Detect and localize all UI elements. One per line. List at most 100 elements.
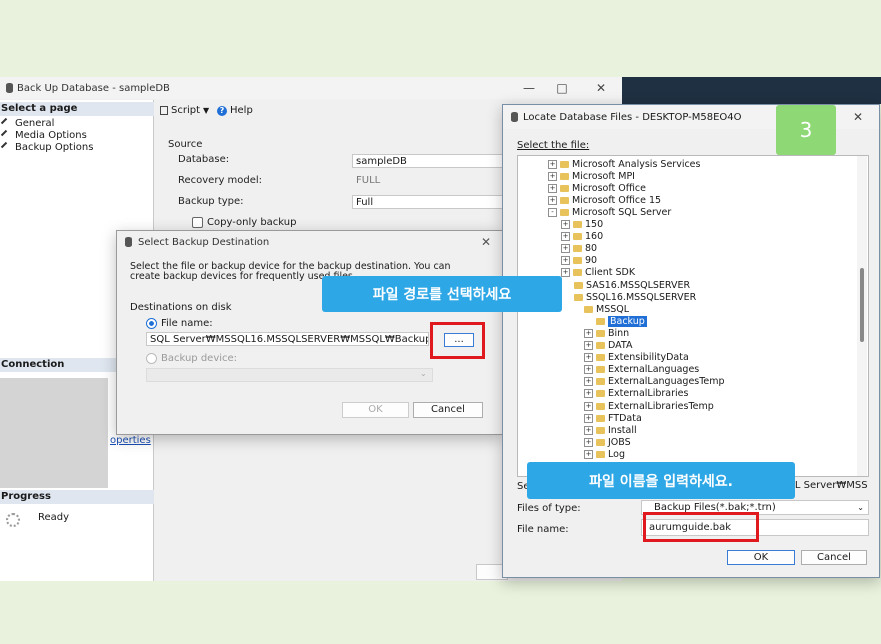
tree-node[interactable]: + ExternalLibrariesTemp	[584, 400, 714, 412]
expand-icon[interactable]: +	[584, 413, 593, 423]
step-badge: 3	[776, 105, 836, 155]
tree-node[interactable]: + ExternalLibraries	[584, 388, 688, 400]
help-icon: ?	[217, 105, 227, 116]
tree-node[interactable]: + ExtensibilityData	[584, 352, 689, 364]
expand-icon[interactable]: +	[584, 401, 593, 411]
file-name-label: File name:	[517, 524, 569, 535]
nav-item-backup-options[interactable]: Backup Options	[0, 141, 93, 154]
tree-node[interactable]: SAS16.MSSQLSERVER	[574, 279, 690, 291]
expand-icon[interactable]: +	[561, 232, 570, 242]
tree-node[interactable]: Backup	[596, 315, 647, 327]
tree-node-label: Microsoft Office 15	[572, 194, 662, 206]
callout-enter-filename: 파일 이름을 입력하세요.	[527, 462, 795, 499]
expand-icon[interactable]: +	[548, 171, 557, 181]
recovery-model-label: Recovery model:	[178, 175, 263, 186]
background-window-strip	[622, 77, 881, 104]
scrollbar-thumb[interactable]	[860, 268, 864, 342]
folder-icon	[596, 329, 605, 337]
tree-node[interactable]: + Install	[584, 424, 637, 436]
maximize-icon[interactable]: □	[542, 77, 582, 99]
expand-icon[interactable]: +	[584, 449, 593, 459]
tree-node[interactable]: + Microsoft Office 15	[548, 194, 661, 206]
ok-button[interactable]: OK	[727, 550, 795, 565]
expand-icon[interactable]: +	[584, 341, 593, 350]
dialog-title: Select Backup Destination	[138, 236, 270, 248]
expand-icon[interactable]: +	[548, 183, 557, 193]
expand-icon[interactable]: +	[561, 256, 570, 266]
nav-item-general[interactable]: General	[0, 117, 54, 130]
progress-spinner-icon	[6, 513, 20, 527]
ok-button[interactable]: OK	[342, 402, 409, 418]
folder-icon	[560, 160, 569, 168]
database-icon	[125, 237, 132, 247]
cancel-button[interactable]: Cancel	[801, 550, 867, 565]
nav-item-media-options[interactable]: Media Options	[0, 129, 87, 142]
expand-icon[interactable]: +	[548, 159, 557, 169]
tree-node[interactable]: + JOBS	[584, 436, 631, 448]
expand-icon[interactable]: +	[584, 365, 593, 375]
backup-device-radio[interactable]: Backup device:	[146, 353, 237, 364]
close-icon[interactable]: ✕	[581, 77, 621, 99]
files-of-type-label: Files of type:	[517, 503, 581, 514]
tree-node[interactable]: + DATA	[584, 340, 632, 352]
tree-node-label: ExternalLanguagesTemp	[608, 376, 725, 388]
expand-icon[interactable]: +	[584, 328, 593, 338]
tree-node-label: 90	[585, 255, 598, 267]
tree-node[interactable]: +90	[561, 255, 597, 267]
folder-icon	[573, 221, 582, 228]
folder-icon	[560, 196, 569, 204]
tree-node[interactable]: MSSQL	[584, 303, 629, 315]
tree-node-label: Microsoft Analysis Services	[572, 158, 701, 170]
expand-icon[interactable]: +	[561, 244, 570, 254]
tree-node[interactable]: + ExternalLanguagesTemp	[584, 376, 725, 388]
file-name-radio[interactable]: File name:	[146, 318, 213, 329]
tree-node[interactable]: + Binn	[584, 327, 629, 339]
tree-node-label: SAS16.MSSQLSERVER	[586, 279, 691, 291]
folder-tree[interactable]: + Microsoft Analysis Services + Microsoft M…	[517, 155, 869, 477]
locate-database-files-dialog: Locate Database Files - DESKTOP-M58EO4O …	[502, 104, 880, 578]
expand-icon[interactable]: +	[584, 377, 593, 387]
backup-type-select[interactable]: Full	[352, 195, 504, 209]
tree-node[interactable]: + Microsoft Office	[548, 182, 646, 194]
tree-node-label: Client SDK	[585, 267, 636, 279]
backup-device-select[interactable]: ⌄	[146, 368, 433, 382]
tree-node[interactable]: + Log	[584, 448, 625, 460]
expand-icon[interactable]: +	[584, 437, 593, 447]
callout-select-path: 파일 경로를 선택하세요	[322, 276, 562, 312]
help-button[interactable]: ? Help	[217, 105, 253, 116]
tree-node-label: Microsoft Office	[572, 182, 646, 194]
select-file-label: Select the file:	[517, 140, 590, 151]
tree-node[interactable]: +80	[561, 243, 597, 255]
cancel-button[interactable]: Cancel	[413, 402, 483, 418]
folder-icon	[596, 438, 605, 446]
tree-node[interactable]: + Microsoft Analysis Services	[548, 158, 700, 170]
tree-node[interactable]: SSQL16.MSSQLSERVER	[574, 291, 696, 303]
expand-icon[interactable]: +	[561, 268, 570, 278]
tree-node[interactable]: +150	[561, 219, 603, 231]
tree-node[interactable]: - Microsoft SQL Server	[548, 206, 671, 218]
expand-icon[interactable]: +	[584, 353, 593, 363]
tree-node-label: JOBS	[608, 436, 631, 448]
chevron-down-icon: ⌄	[420, 369, 427, 378]
expand-icon[interactable]: +	[561, 220, 570, 229]
tree-node[interactable]: +160	[561, 231, 603, 243]
close-icon[interactable]: ✕	[853, 110, 863, 124]
tree-node[interactable]: + Microsoft MPI	[548, 170, 635, 182]
close-icon[interactable]: ✕	[481, 235, 491, 249]
script-button[interactable]: Script ▼	[160, 105, 209, 116]
tree-node[interactable]: + ExternalLanguages	[584, 364, 699, 376]
wrench-icon	[0, 141, 13, 154]
tree-node-label: Backup	[608, 315, 647, 327]
file-path-input[interactable]: SQL Server₩MSSQL16.MSSQLSERVER₩MSSQL₩Bac…	[146, 332, 429, 346]
database-select[interactable]: sampleDB	[352, 154, 504, 168]
view-connection-properties-link[interactable]: operties	[110, 435, 151, 446]
copy-only-checkbox[interactable]: Copy-only backup	[192, 217, 296, 228]
expand-icon[interactable]: +	[548, 195, 557, 205]
backup-type-label: Backup type:	[178, 196, 244, 207]
collapse-icon[interactable]: -	[548, 207, 557, 217]
expand-icon[interactable]: +	[584, 425, 593, 435]
tree-scrollbar[interactable]	[857, 156, 867, 476]
tree-node[interactable]: + Client SDK	[561, 267, 635, 279]
expand-icon[interactable]: +	[584, 389, 593, 399]
tree-node[interactable]: + FTData	[584, 412, 642, 424]
